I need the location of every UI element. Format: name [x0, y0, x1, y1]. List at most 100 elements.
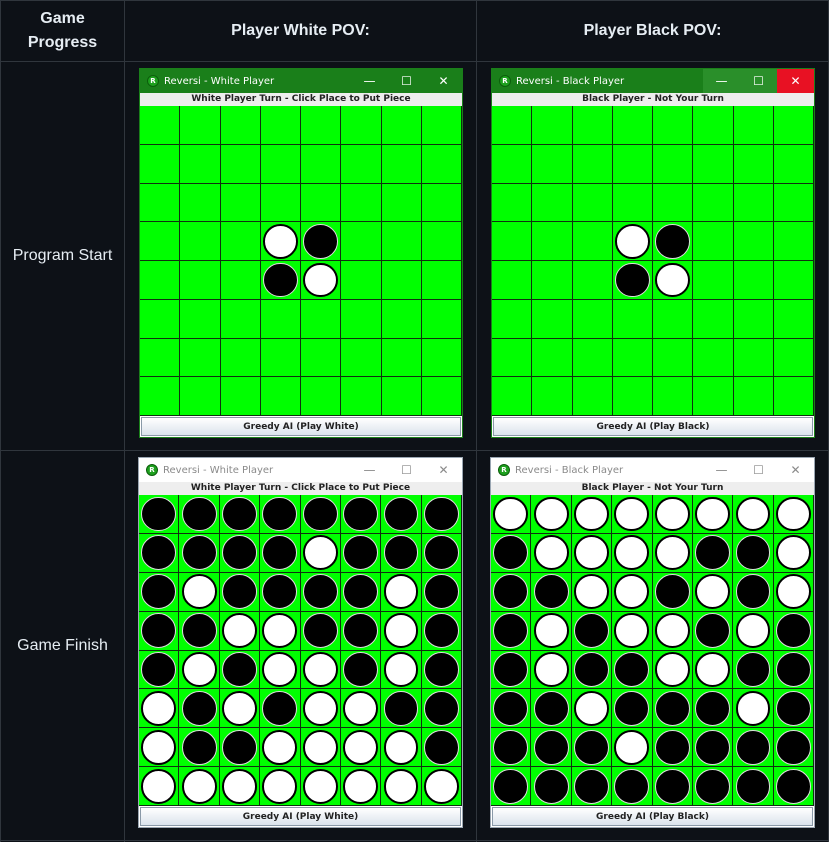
board-cell[interactable]: [572, 144, 613, 184]
board-cell[interactable]: [693, 377, 734, 416]
board-cell[interactable]: [733, 689, 774, 729]
minimize-button[interactable]: —: [351, 458, 388, 482]
board-cell[interactable]: [693, 144, 734, 184]
board-cell[interactable]: [492, 106, 533, 145]
board-cell[interactable]: [532, 222, 573, 261]
board-cell[interactable]: [532, 377, 573, 416]
board-cell[interactable]: [381, 261, 422, 300]
board-cell[interactable]: [341, 106, 382, 145]
board-cell[interactable]: [421, 728, 462, 768]
board-cell[interactable]: [612, 106, 653, 145]
board-cell[interactable]: [692, 611, 734, 651]
board-cell[interactable]: [733, 533, 774, 573]
board-cell[interactable]: [773, 572, 814, 612]
board-cell[interactable]: [140, 222, 181, 261]
board-cell[interactable]: [300, 728, 341, 768]
maximize-button[interactable]: ☐: [388, 458, 425, 482]
board-cell[interactable]: [301, 222, 342, 261]
board-cell[interactable]: [571, 650, 613, 690]
board-cell[interactable]: [531, 650, 572, 690]
board-cell[interactable]: [179, 611, 220, 651]
board-cell[interactable]: [220, 183, 261, 223]
board-cell[interactable]: [140, 183, 181, 223]
board-cell[interactable]: [421, 261, 462, 300]
window-start-white[interactable]: R Reversi - White Player — ☐ ✕ White Player T…: [139, 68, 463, 438]
board-cell[interactable]: [652, 611, 693, 651]
board-cell[interactable]: [571, 495, 613, 534]
board-cell[interactable]: [220, 377, 261, 416]
window-finish-black[interactable]: R Reversi - Black Player — ☐ ✕ Black Player -…: [490, 457, 815, 828]
board-cell[interactable]: [139, 572, 180, 612]
board-cell[interactable]: [693, 338, 734, 378]
board-cell[interactable]: [652, 728, 693, 768]
board-cell[interactable]: [693, 106, 734, 145]
board-cell[interactable]: [139, 611, 180, 651]
board-cell[interactable]: [260, 222, 301, 261]
board-cell[interactable]: [300, 689, 341, 729]
board-cell[interactable]: [300, 495, 341, 534]
board-cell[interactable]: [773, 650, 814, 690]
board-cell[interactable]: [140, 144, 181, 184]
board-cell[interactable]: [773, 377, 814, 416]
board-cell[interactable]: [220, 144, 261, 184]
board-cell[interactable]: [300, 650, 341, 690]
board-cell[interactable]: [733, 183, 774, 223]
board-cell[interactable]: [491, 572, 532, 612]
board-cell[interactable]: [773, 338, 814, 378]
board-cell[interactable]: [179, 728, 220, 768]
board-cell[interactable]: [492, 299, 533, 339]
board-cell[interactable]: [692, 533, 734, 573]
board-cell[interactable]: [179, 767, 220, 806]
board-cell[interactable]: [421, 572, 462, 612]
board-cell[interactable]: [612, 144, 653, 184]
board-cell[interactable]: [773, 299, 814, 339]
board-cell[interactable]: [180, 106, 221, 145]
board-cell[interactable]: [652, 572, 693, 612]
maximize-button[interactable]: ☐: [740, 458, 777, 482]
board-cell[interactable]: [341, 338, 382, 378]
board-cell[interactable]: [532, 144, 573, 184]
board-cell[interactable]: [381, 572, 422, 612]
board-cell[interactable]: [340, 689, 382, 729]
board-cell[interactable]: [139, 767, 180, 806]
board-cell[interactable]: [491, 495, 532, 534]
board-cell[interactable]: [340, 728, 382, 768]
board-cell[interactable]: [381, 183, 422, 223]
board-cell[interactable]: [773, 183, 814, 223]
maximize-button[interactable]: ☐: [388, 69, 425, 93]
board-cell[interactable]: [733, 222, 774, 261]
board-cell[interactable]: [219, 611, 261, 651]
board-cell[interactable]: [260, 728, 301, 768]
board-cell[interactable]: [219, 495, 261, 534]
board-cell[interactable]: [492, 222, 533, 261]
board-cell[interactable]: [692, 689, 734, 729]
board-cell[interactable]: [733, 106, 774, 145]
board-cell[interactable]: [219, 767, 261, 806]
board-cell[interactable]: [180, 183, 221, 223]
board-cell[interactable]: [612, 338, 653, 378]
board-cell[interactable]: [572, 261, 613, 300]
board-cell[interactable]: [260, 611, 301, 651]
board-cell[interactable]: [220, 261, 261, 300]
minimize-button[interactable]: —: [703, 458, 740, 482]
board-cell[interactable]: [341, 261, 382, 300]
board-cell[interactable]: [260, 183, 301, 223]
board-cell[interactable]: [773, 767, 814, 806]
board-cell[interactable]: [733, 767, 774, 806]
board-cell[interactable]: [653, 106, 694, 145]
board-cell[interactable]: [260, 533, 301, 573]
board-cell[interactable]: [301, 338, 342, 378]
board-cell[interactable]: [381, 728, 422, 768]
board-cell[interactable]: [492, 144, 533, 184]
board-cell[interactable]: [260, 299, 301, 339]
board-cell[interactable]: [572, 377, 613, 416]
board-cell[interactable]: [612, 377, 653, 416]
board-cell[interactable]: [301, 299, 342, 339]
board-cell[interactable]: [532, 338, 573, 378]
close-button[interactable]: ✕: [425, 458, 462, 482]
board-cell[interactable]: [531, 533, 572, 573]
board-cell[interactable]: [652, 533, 693, 573]
board-cell[interactable]: [531, 767, 572, 806]
minimize-button[interactable]: —: [351, 69, 388, 93]
board-cell[interactable]: [300, 767, 341, 806]
